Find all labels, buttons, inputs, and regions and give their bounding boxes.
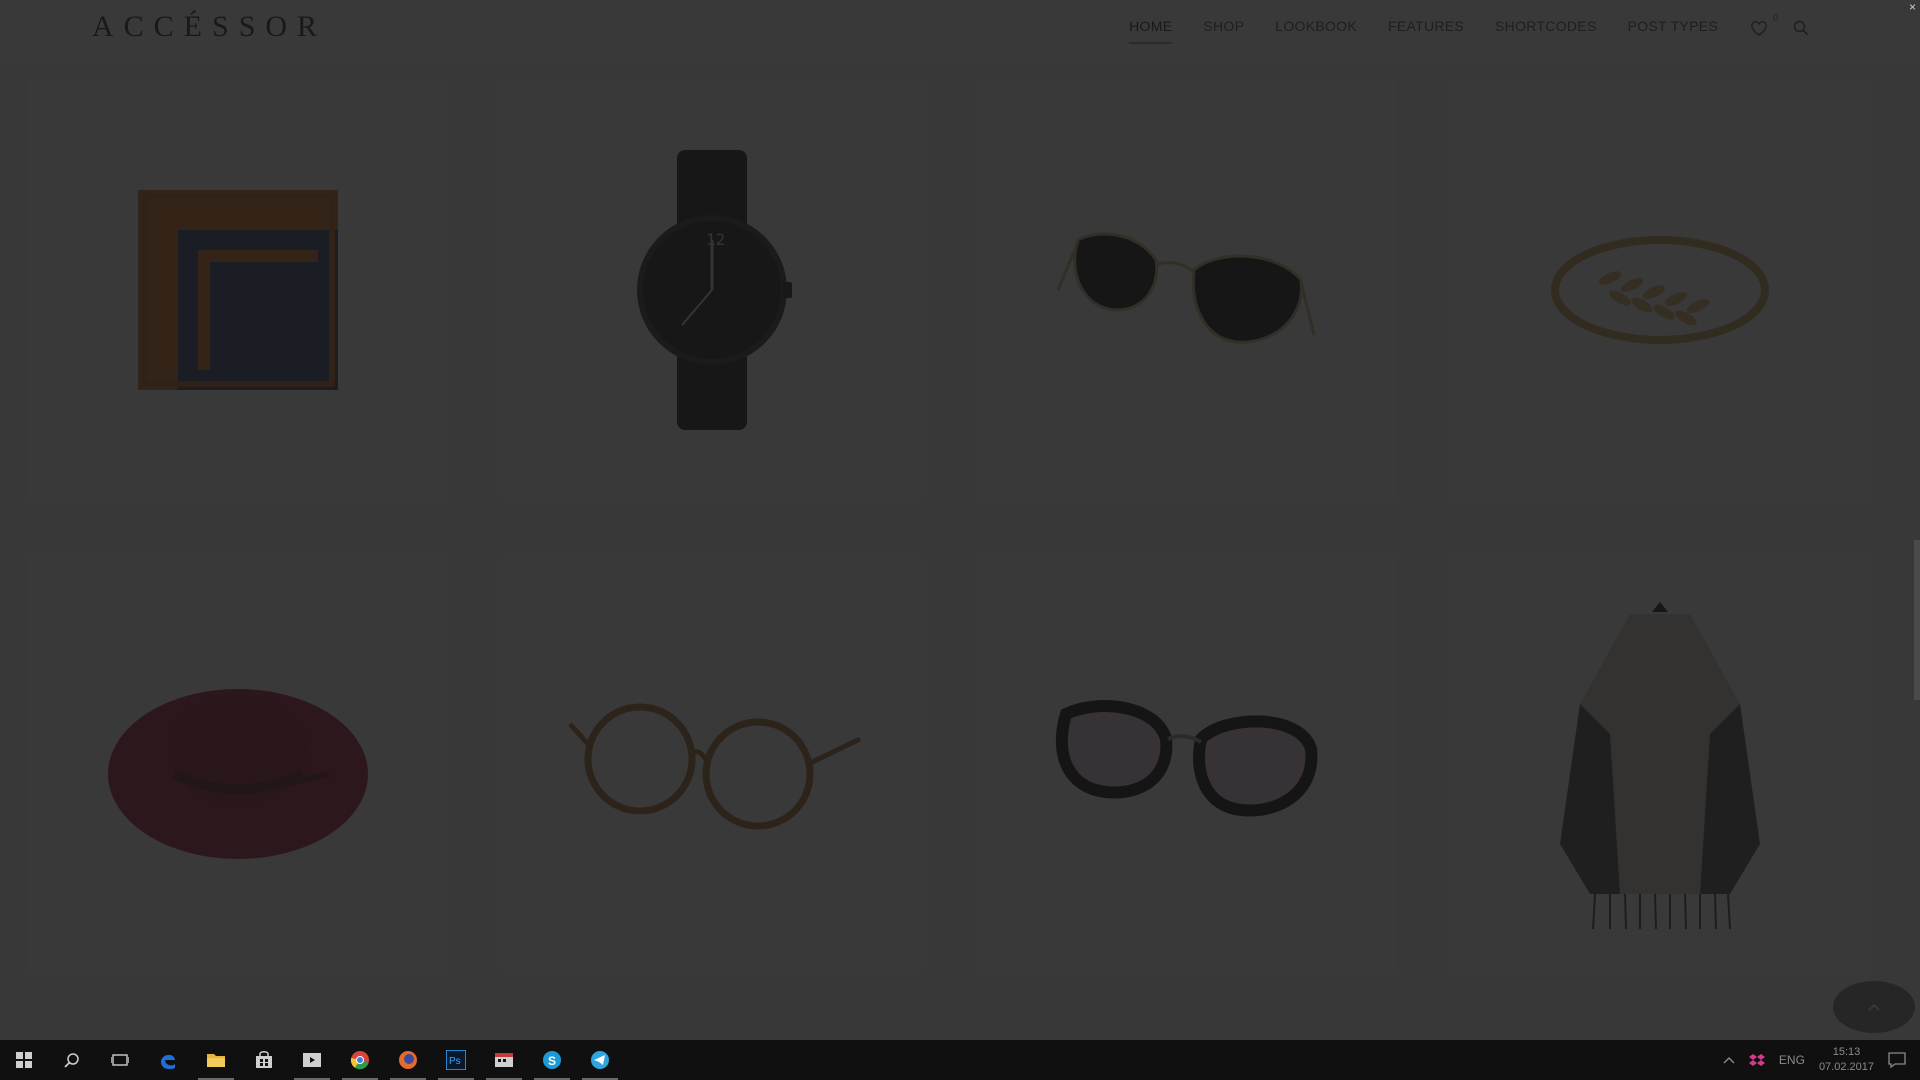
close-icon[interactable]: ×: [1909, 0, 1916, 14]
product-card-fringe-poncho[interactable]: [1450, 554, 1870, 974]
wishlist-count: 0: [1772, 13, 1778, 23]
search-button[interactable]: [1790, 17, 1812, 39]
site-logo[interactable]: ACCÉSSOR: [92, 10, 327, 44]
calendar-app-icon: [495, 1053, 513, 1067]
media-player-icon: [303, 1053, 321, 1067]
product-card-cat-eye-sunglasses[interactable]: [976, 80, 1396, 500]
skype-icon: S: [543, 1051, 561, 1069]
taskbar-app-firefox[interactable]: [384, 1040, 432, 1080]
telegram-icon: [591, 1051, 609, 1069]
search-icon: [64, 1053, 79, 1068]
language-indicator[interactable]: ENG: [1779, 1053, 1805, 1067]
photoshop-icon: Ps: [446, 1050, 466, 1070]
nav-item-post-types[interactable]: POST TYPES: [1628, 18, 1718, 44]
search-icon: [1793, 20, 1809, 36]
product-card-black-sunglasses[interactable]: [976, 554, 1396, 974]
taskbar-app-file-explorer[interactable]: [192, 1040, 240, 1080]
edge-icon: [161, 1054, 175, 1070]
taskbar-app-media-player[interactable]: [288, 1040, 336, 1080]
taskbar-app-edge[interactable]: [144, 1040, 192, 1080]
nav-item-shortcodes[interactable]: SHORTCODES: [1495, 18, 1597, 44]
chevron-up-icon[interactable]: [1723, 1056, 1735, 1064]
nav-item-lookbook[interactable]: LOOKBOOK: [1275, 18, 1357, 44]
task-view-button[interactable]: [96, 1040, 144, 1080]
nav-item-features[interactable]: FEATURES: [1388, 18, 1464, 44]
hat-image: [108, 689, 368, 859]
start-button[interactable]: [0, 1040, 48, 1080]
taskbar-app-calendar[interactable]: [480, 1040, 528, 1080]
page-scrollbar[interactable]: [1914, 540, 1920, 700]
taskbar-app-photoshop[interactable]: Ps: [432, 1040, 480, 1080]
poncho-image: [1560, 602, 1760, 930]
taskbar-app-skype[interactable]: S: [528, 1040, 576, 1080]
svg-text:S: S: [548, 1054, 556, 1068]
chevron-up-icon: [1868, 1003, 1880, 1011]
svg-text:Ps: Ps: [449, 1056, 461, 1067]
notification-icon[interactable]: [1888, 1052, 1906, 1068]
dropbox-icon[interactable]: [1748, 1053, 1765, 1067]
windows-taskbar: Ps S ENG 15:13 07.02.2017: [0, 1040, 1920, 1080]
taskbar-search-button[interactable]: [48, 1040, 96, 1080]
clock-date: 07.02.2017: [1818, 1061, 1874, 1073]
chrome-icon: [350, 1051, 369, 1070]
system-tray: ENG 15:13 07.02.2017: [1723, 1040, 1920, 1080]
taskbar-app-telegram[interactable]: [576, 1040, 624, 1080]
file-explorer-icon: [207, 1054, 225, 1067]
scarf-image: [138, 190, 338, 390]
svg-text:12: 12: [706, 230, 725, 249]
main-nav: HOME SHOP LOOKBOOK FEATURES SHORTCODES P…: [1129, 18, 1718, 44]
wishlist-button[interactable]: 0: [1748, 13, 1778, 39]
firefox-icon: [399, 1051, 417, 1069]
clock-time: 15:13: [1832, 1046, 1861, 1058]
product-card-leaf-bracelet[interactable]: [1450, 80, 1870, 500]
scroll-to-top-button[interactable]: [1833, 981, 1915, 1033]
watch-image: 12: [637, 150, 792, 430]
product-card-pocket-square[interactable]: [28, 80, 448, 500]
glasses-image: [568, 703, 862, 830]
product-card-wide-brim-hat[interactable]: [28, 554, 448, 974]
sunglasses-image: [1056, 232, 1316, 344]
product-card-watch[interactable]: 12: [502, 80, 922, 500]
heart-icon: [1751, 20, 1767, 36]
nav-item-shop[interactable]: SHOP: [1203, 18, 1244, 44]
store-icon: [256, 1051, 272, 1068]
taskbar-app-chrome[interactable]: [336, 1040, 384, 1080]
taskbar-app-store[interactable]: [240, 1040, 288, 1080]
nav-item-home[interactable]: HOME: [1129, 18, 1173, 44]
sunglasses-image: [1055, 700, 1318, 817]
product-card-round-glasses[interactable]: [502, 554, 922, 974]
site-header: ACCÉSSOR HOME SHOP LOOKBOOK FEATURES SHO…: [0, 0, 1920, 60]
bracelet-image: [1551, 236, 1769, 344]
system-clock[interactable]: 15:13 07.02.2017: [1819, 1045, 1874, 1075]
windows-start-icon: [16, 1052, 32, 1068]
task-view-icon: [111, 1054, 129, 1066]
header-icons: 0: [1748, 13, 1812, 39]
